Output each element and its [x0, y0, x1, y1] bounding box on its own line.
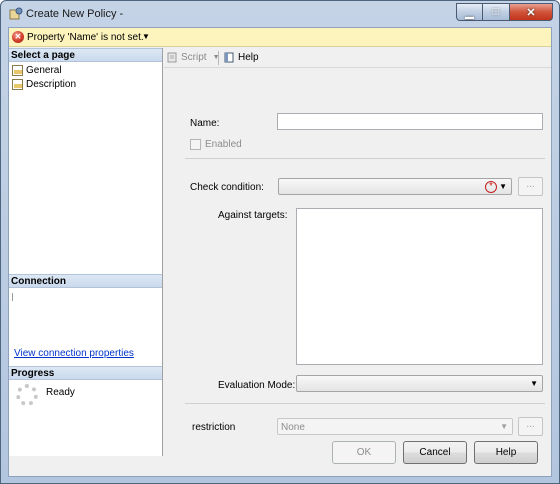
page-item-description[interactable]: Description — [12, 79, 76, 90]
button-bar: OK Cancel Help — [9, 441, 551, 476]
against-targets-label: Against targets: — [218, 210, 288, 221]
minimize-icon: ▁ — [465, 6, 474, 19]
window-title: Create New Policy - — [26, 8, 124, 20]
check-condition-browse-button[interactable]: ... — [518, 177, 543, 196]
cancel-button[interactable]: Cancel — [403, 441, 467, 464]
divider — [185, 158, 545, 159]
error-icon: ✕ — [12, 31, 24, 43]
progress-header: Progress — [9, 366, 162, 380]
page-icon — [12, 65, 23, 76]
warning-bar[interactable]: ✕ Property 'Name' is not set. ▼ — [9, 28, 551, 47]
dropdown-arrow-icon[interactable]: ▼ — [142, 32, 150, 41]
page-item-label: Description — [26, 79, 77, 90]
page-icon — [12, 79, 23, 90]
chevron-down-icon: ▼ — [499, 182, 507, 191]
divider — [185, 403, 545, 404]
restriction-value: None — [281, 422, 305, 433]
check-condition-label: Check condition: — [190, 182, 264, 193]
script-label: Script — [181, 52, 207, 63]
progress-spinner-icon — [16, 384, 38, 406]
title-bar[interactable]: Create New Policy - ▁ □ ✕ — [1, 1, 559, 27]
maximize-button[interactable]: □ — [483, 3, 510, 21]
maximize-icon: □ — [492, 6, 500, 18]
name-input[interactable] — [277, 113, 543, 130]
help-button[interactable]: Help — [474, 441, 538, 464]
toolbar-separator — [218, 51, 219, 65]
dialog-client: ✕ Property 'Name' is not set. ▼ Select a… — [8, 27, 552, 477]
check-condition-combo[interactable]: * ▼ — [278, 178, 512, 195]
script-button[interactable]: Script ▼ — [167, 52, 220, 63]
policy-icon — [9, 7, 23, 21]
right-pane: Script ▼ Help Name: Enabled Check condit… — [164, 48, 551, 456]
dialog-window: Create New Policy - ▁ □ ✕ ✕ Property 'Na… — [0, 0, 560, 484]
help-label: Help — [238, 52, 259, 63]
page-item-label: General — [26, 65, 62, 76]
select-page-header: Select a page — [9, 48, 162, 62]
minimize-button[interactable]: ▁ — [456, 3, 483, 21]
evaluation-mode-label: Evaluation Mode: — [218, 380, 296, 391]
connection-cursor — [12, 293, 13, 301]
chevron-down-icon: ▼ — [500, 422, 508, 431]
close-icon: ✕ — [526, 6, 536, 19]
help-book-icon — [224, 52, 235, 63]
evaluation-mode-combo[interactable]: ▼ — [296, 375, 543, 392]
restriction-label: restriction — [192, 422, 236, 433]
name-label: Name: — [190, 118, 220, 129]
left-pane: Select a page General Description Connec… — [9, 48, 163, 456]
connection-header: Connection — [9, 274, 162, 288]
ok-button[interactable]: OK — [332, 441, 396, 464]
restriction-combo[interactable]: None ▼ — [277, 418, 513, 435]
close-button[interactable]: ✕ — [510, 3, 553, 21]
help-toolbar-button[interactable]: Help — [224, 52, 259, 63]
progress-status: Ready — [46, 387, 75, 398]
toolbar: Script ▼ Help — [164, 48, 551, 68]
view-connection-properties-link[interactable]: View connection properties — [14, 348, 134, 359]
warning-text: Property 'Name' is not set. — [27, 32, 144, 43]
enabled-label: Enabled — [205, 139, 242, 150]
against-targets-list[interactable] — [296, 208, 543, 365]
window-controls: ▁ □ ✕ — [456, 3, 553, 21]
restriction-browse-button[interactable]: ... — [518, 417, 543, 436]
chevron-down-icon: ▼ — [530, 379, 538, 388]
required-asterisk-icon: * — [485, 181, 497, 193]
enabled-checkbox[interactable] — [190, 139, 201, 150]
page-item-general[interactable]: General — [12, 65, 62, 76]
progress-area: Ready — [9, 384, 162, 424]
script-icon — [167, 52, 178, 63]
